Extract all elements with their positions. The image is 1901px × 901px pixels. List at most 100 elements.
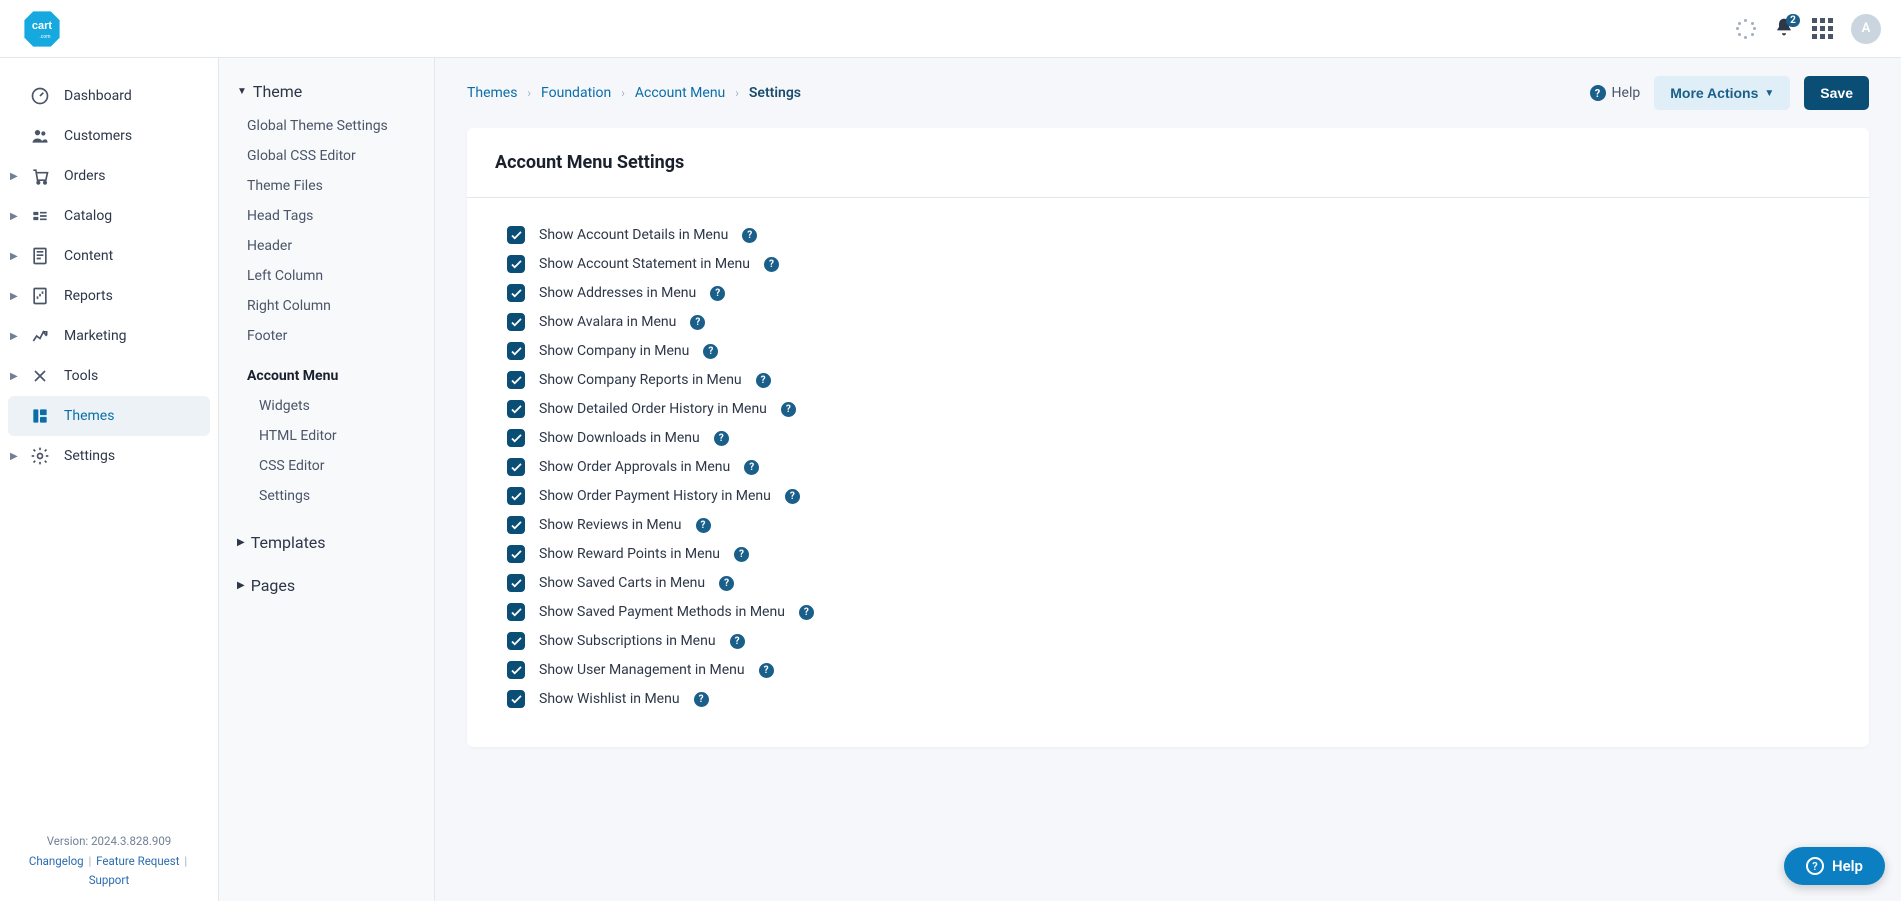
checkbox[interactable] <box>507 400 525 418</box>
theme-items-list: Global Theme SettingsGlobal CSS EditorTh… <box>219 111 434 361</box>
info-icon[interactable]: ? <box>719 576 734 591</box>
info-icon[interactable]: ? <box>696 518 711 533</box>
sidebar-item-themes[interactable]: Themes <box>8 396 210 436</box>
info-icon[interactable]: ? <box>764 257 779 272</box>
more-actions-button[interactable]: More Actions ▼ <box>1654 76 1790 110</box>
help-icon: ? <box>1806 857 1824 875</box>
account-menu-item[interactable]: HTML Editor <box>219 421 434 451</box>
checkbox[interactable] <box>507 690 525 708</box>
checkbox[interactable] <box>507 574 525 592</box>
info-icon[interactable]: ? <box>734 547 749 562</box>
avatar[interactable]: A <box>1851 14 1881 44</box>
chevron-right-icon: ▶ <box>10 211 18 222</box>
info-icon[interactable]: ? <box>714 431 729 446</box>
content-icon <box>30 246 50 266</box>
sidebar-item-marketing[interactable]: ▶ Marketing <box>8 316 210 356</box>
checkbox[interactable] <box>507 226 525 244</box>
breadcrumb-themes[interactable]: Themes <box>467 85 517 101</box>
setting-row: Show Reviews in Menu ? <box>507 516 1829 534</box>
notifications-button[interactable]: 2 <box>1774 17 1794 41</box>
theme-item[interactable]: Global Theme Settings <box>219 111 434 141</box>
setting-label: Show Avalara in Menu <box>539 314 676 330</box>
checkbox[interactable] <box>507 487 525 505</box>
sidebar-primary: Dashboard Customers▶ Orders▶ Catalog▶ Co… <box>0 58 218 901</box>
setting-row: Show Wishlist in Menu ? <box>507 690 1829 708</box>
info-icon[interactable]: ? <box>730 634 745 649</box>
checkbox[interactable] <box>507 603 525 621</box>
checkbox[interactable] <box>507 255 525 273</box>
sidebar-item-orders[interactable]: ▶ Orders <box>8 156 210 196</box>
feature-request-link[interactable]: Feature Request <box>96 854 179 868</box>
sidebar-item-content[interactable]: ▶ Content <box>8 236 210 276</box>
breadcrumb-account-menu[interactable]: Account Menu <box>635 85 725 101</box>
section-pages[interactable]: ▶ Pages <box>219 562 434 605</box>
setting-row: Show Avalara in Menu ? <box>507 313 1829 331</box>
sidebar-item-customers[interactable]: Customers <box>8 116 210 156</box>
breadcrumb: Themes › Foundation › Account Menu › Set… <box>467 85 801 101</box>
checkbox[interactable] <box>507 632 525 650</box>
checkbox[interactable] <box>507 458 525 476</box>
account-menu-item[interactable]: Widgets <box>219 391 434 421</box>
theme-item[interactable]: Head Tags <box>219 201 434 231</box>
loading-spinner-icon <box>1736 19 1756 39</box>
sidebar-item-tools[interactable]: ▶ Tools <box>8 356 210 396</box>
info-icon[interactable]: ? <box>690 315 705 330</box>
checkbox[interactable] <box>507 371 525 389</box>
logo[interactable]: cart .com <box>20 7 64 51</box>
checkbox[interactable] <box>507 342 525 360</box>
info-icon[interactable]: ? <box>694 692 709 707</box>
info-icon[interactable]: ? <box>703 344 718 359</box>
info-icon[interactable]: ? <box>742 228 757 243</box>
section-theme[interactable]: ▼ Theme <box>219 76 434 111</box>
setting-label: Show Account Details in Menu <box>539 227 728 243</box>
section-account-menu[interactable]: Account Menu <box>219 361 434 391</box>
info-icon[interactable]: ? <box>781 402 796 417</box>
checkbox[interactable] <box>507 313 525 331</box>
info-icon[interactable]: ? <box>744 460 759 475</box>
sidebar-item-catalog[interactable]: ▶ Catalog <box>8 196 210 236</box>
customers-icon <box>30 126 50 146</box>
apps-grid-button[interactable] <box>1812 18 1833 39</box>
info-icon[interactable]: ? <box>756 373 771 388</box>
theme-item[interactable]: Right Column <box>219 291 434 321</box>
sidebar-item-dashboard[interactable]: Dashboard <box>8 76 210 116</box>
checkbox[interactable] <box>507 545 525 563</box>
sidebar-item-reports[interactable]: ▶ Reports <box>8 276 210 316</box>
setting-label: Show Detailed Order History in Menu <box>539 401 767 417</box>
setting-row: Show Reward Points in Menu ? <box>507 545 1829 563</box>
info-icon[interactable]: ? <box>785 489 800 504</box>
checkbox[interactable] <box>507 284 525 302</box>
info-icon[interactable]: ? <box>710 286 725 301</box>
theme-item[interactable]: Footer <box>219 321 434 351</box>
theme-item[interactable]: Header <box>219 231 434 261</box>
save-button[interactable]: Save <box>1804 76 1869 110</box>
chevron-right-icon: ▶ <box>10 371 18 382</box>
checkbox[interactable] <box>507 661 525 679</box>
breadcrumb-foundation[interactable]: Foundation <box>541 85 611 101</box>
help-link[interactable]: ? Help <box>1590 85 1641 101</box>
theme-item[interactable]: Left Column <box>219 261 434 291</box>
info-icon[interactable]: ? <box>759 663 774 678</box>
chevron-right-icon: ▶ <box>10 291 18 302</box>
info-icon[interactable]: ? <box>799 605 814 620</box>
section-templates[interactable]: ▶ Templates <box>219 521 434 562</box>
chevron-right-icon: ▶ <box>10 331 18 342</box>
chevron-right-icon: › <box>735 86 739 100</box>
checkbox[interactable] <box>507 516 525 534</box>
account-menu-items-list: WidgetsHTML EditorCSS EditorSettings <box>219 391 434 521</box>
setting-row: Show User Management in Menu ? <box>507 661 1829 679</box>
theme-item[interactable]: Global CSS Editor <box>219 141 434 171</box>
account-menu-item[interactable]: Settings <box>219 481 434 511</box>
chevron-right-icon: › <box>621 86 625 100</box>
account-menu-item[interactable]: CSS Editor <box>219 451 434 481</box>
support-link[interactable]: Support <box>89 873 130 887</box>
help-icon: ? <box>1590 85 1606 101</box>
changelog-link[interactable]: Changelog <box>29 854 84 868</box>
setting-label: Show Company in Menu <box>539 343 689 359</box>
help-widget-button[interactable]: ? Help <box>1784 847 1885 885</box>
theme-item[interactable]: Theme Files <box>219 171 434 201</box>
sidebar-item-settings[interactable]: ▶ Settings <box>8 436 210 476</box>
chevron-down-icon: ▼ <box>1764 88 1774 99</box>
checkbox[interactable] <box>507 429 525 447</box>
setting-row: Show Detailed Order History in Menu ? <box>507 400 1829 418</box>
